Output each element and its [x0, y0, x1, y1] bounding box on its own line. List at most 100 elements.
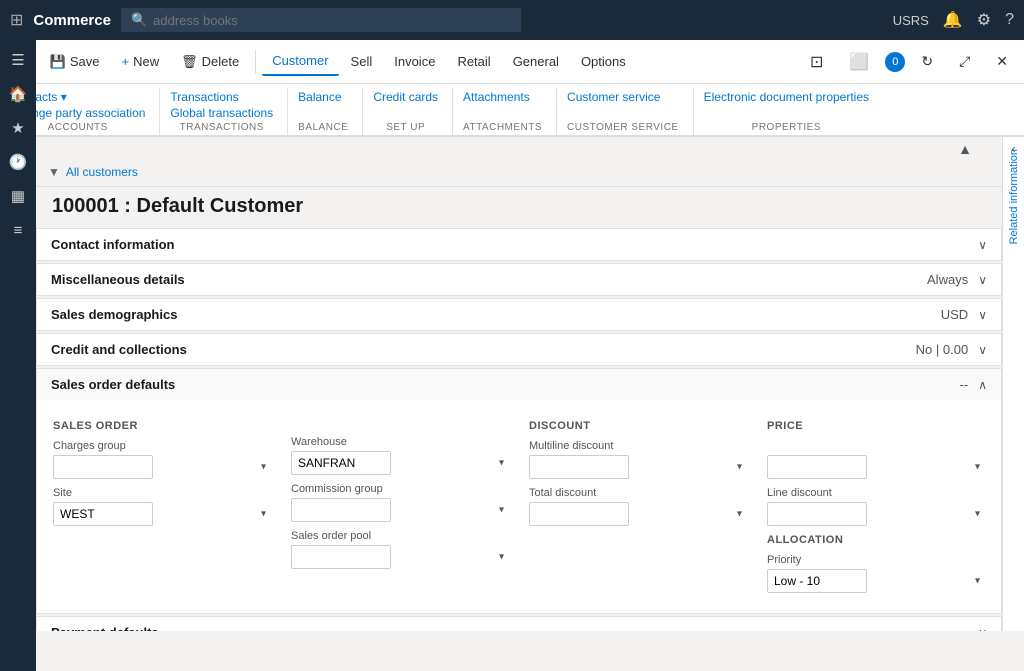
section-credit-collections-header[interactable]: Credit and collections No | 0.00 ∨ — [37, 334, 1001, 365]
ribbon-balance[interactable]: Balance — [298, 90, 341, 104]
delete-icon: 🗑 — [181, 54, 198, 70]
new-button[interactable]: + New — [111, 48, 169, 75]
cmd-icon1[interactable]: ⊡ — [800, 46, 833, 78]
tab-general[interactable]: General — [503, 48, 569, 75]
delete-button[interactable]: 🗑 Delete — [171, 48, 249, 76]
total-discount-field: Total discount — [529, 487, 747, 526]
ribbon-group-transactions: Transactions Global transactions Transac… — [170, 88, 288, 135]
credit-collections-meta: No | 0.00 — [916, 342, 969, 357]
sod-col-sales-order: SALES ORDER Charges group Site — [53, 420, 271, 593]
help-icon[interactable]: ? — [1005, 11, 1014, 29]
breadcrumb-bar: ▼ All customers — [36, 157, 1002, 187]
ribbon-global-transactions[interactable]: Global transactions — [170, 106, 273, 120]
warehouse-field: Warehouse SANFRAN — [291, 436, 509, 475]
line-discount-select[interactable] — [767, 502, 867, 526]
search-icon: 🔍 — [131, 12, 147, 28]
search-input[interactable] — [153, 13, 511, 28]
sod-col-warehouse: Warehouse SANFRAN Commission group — [291, 420, 509, 593]
main-scroll: ▲ ▼ All customers 100001 : Default Custo… — [36, 137, 1002, 631]
tab-customer[interactable]: Customer — [262, 47, 338, 76]
cmd-maximize[interactable]: ⤢ — [949, 47, 980, 76]
commission-group-select[interactable] — [291, 498, 391, 522]
user-label: USRS — [893, 13, 929, 28]
warehouse-select[interactable]: SANFRAN — [291, 451, 391, 475]
commission-group-field: Commission group — [291, 483, 509, 522]
site-select[interactable]: WEST — [53, 502, 153, 526]
ribbon-group-setup: Credit cards Set up — [373, 88, 453, 135]
cmd-close[interactable]: ✕ — [986, 47, 1018, 76]
chevron-down-icon: ∨ — [978, 238, 987, 252]
tab-retail[interactable]: Retail — [447, 48, 500, 75]
top-bar: ⊞ Commerce 🔍 USRS 🔔 ⚙ ? — [0, 0, 1024, 40]
chevron-down-icon: ∨ — [978, 626, 987, 632]
settings-icon[interactable]: ⚙ — [977, 10, 991, 30]
section-sales-order-defaults-header[interactable]: Sales order defaults -- ∧ — [37, 369, 1001, 400]
section-contact-information-header[interactable]: Contact information ∨ — [37, 229, 1001, 260]
cmd-icon3[interactable]: 0 — [885, 52, 905, 72]
section-miscellaneous-header[interactable]: Miscellaneous details Always ∨ — [37, 264, 1001, 295]
chevron-down-icon: ∨ — [978, 343, 987, 357]
price-field: Price — [767, 440, 985, 479]
filter-icon: ▼ — [48, 165, 60, 179]
sidebar-recent[interactable]: 🕐 — [2, 146, 34, 178]
section-sales-demographics: Sales demographics USD ∨ — [36, 298, 1002, 331]
charges-group-select[interactable] — [53, 455, 153, 479]
separator — [255, 50, 256, 74]
priority-select[interactable]: Low - 10 — [767, 569, 867, 593]
top-bar-right: USRS 🔔 ⚙ ? — [893, 10, 1014, 30]
sales-order-pool-field: Sales order pool — [291, 530, 509, 569]
app-title: Commerce — [33, 12, 111, 29]
section-payment-defaults-header[interactable]: Payment defaults -- ∨ — [37, 617, 1001, 631]
ribbon-group-customer-service: Customer service Customer service — [567, 88, 694, 135]
multiline-discount-field: Multiline discount — [529, 440, 747, 479]
section-sales-demographics-header[interactable]: Sales demographics USD ∨ — [37, 299, 1001, 330]
save-icon: 💾 — [50, 54, 66, 70]
cmd-icon2[interactable]: ⬜ — [839, 46, 879, 78]
sod-body: SALES ORDER Charges group Site — [37, 400, 1001, 613]
chevron-down-icon: ∨ — [978, 308, 987, 322]
ribbon-attachments[interactable]: Attachments — [463, 90, 530, 104]
panel-collapse-icon[interactable]: ‹ — [1011, 141, 1015, 156]
section-sales-order-defaults: Sales order defaults -- ∧ SALES ORDER Ch… — [36, 368, 1002, 614]
tab-sell[interactable]: Sell — [341, 48, 383, 75]
tab-invoice[interactable]: Invoice — [384, 48, 445, 75]
sales-demographics-meta: USD — [941, 307, 968, 322]
related-information-label: Related information — [1008, 149, 1020, 244]
sidebar-favorites[interactable]: ★ — [2, 137, 34, 144]
price-select[interactable] — [767, 455, 867, 479]
ribbon-credit-cards[interactable]: Credit cards — [373, 90, 438, 104]
new-icon: + — [121, 54, 129, 69]
chevron-up-icon: ∧ — [978, 378, 987, 392]
charges-group-field: Charges group — [53, 440, 271, 479]
sidebar: ☰ 🏠 ★ 🕐 ▦ ≡ — [0, 137, 36, 631]
ribbon-group-attachments: Attachments Attachments — [463, 88, 557, 135]
cmd-refresh[interactable]: ↻ — [911, 47, 943, 76]
record-title: 100001 : Default Customer — [36, 187, 1002, 228]
bell-icon[interactable]: 🔔 — [943, 10, 963, 30]
sidebar-workspaces[interactable]: ▦ — [2, 180, 34, 212]
sidebar-modules[interactable]: ≡ — [2, 214, 34, 246]
ribbon-customer-service[interactable]: Customer service — [567, 90, 660, 104]
ribbon-electronic-doc[interactable]: Electronic document properties — [704, 90, 869, 104]
chevron-down-icon: ∨ — [978, 273, 987, 287]
expand-button[interactable]: ▲ — [958, 141, 972, 157]
section-miscellaneous: Miscellaneous details Always ∨ — [36, 263, 1002, 296]
sod-collapse: -- — [960, 377, 969, 392]
save-button[interactable]: 💾 Save — [40, 48, 110, 76]
right-panel[interactable]: Related information ‹ — [1002, 137, 1024, 631]
tab-options[interactable]: Options — [571, 48, 636, 75]
ribbon-transactions[interactable]: Transactions — [170, 90, 273, 104]
total-discount-select[interactable] — [529, 502, 629, 526]
allocation-section: ALLOCATION Priority Low - 10 — [767, 534, 985, 593]
ribbon-group-properties: Electronic document properties Propertie… — [704, 88, 883, 135]
breadcrumb-all-customers[interactable]: All customers — [66, 165, 138, 179]
grid-icon[interactable]: ⊞ — [10, 10, 23, 30]
section-payment-defaults: Payment defaults -- ∨ — [36, 616, 1002, 631]
command-bar: ☰ 💾 Save + New 🗑 Delete Customer Sell In… — [0, 40, 1024, 84]
site-field: Site WEST — [53, 487, 271, 526]
ribbon: Contacts ▾ Change party association Acco… — [0, 84, 1024, 137]
sod-col-discount: DISCOUNT Multiline discount To — [529, 420, 747, 593]
sales-order-pool-select[interactable] — [291, 545, 391, 569]
ribbon-group-balance: Balance Balance — [298, 88, 363, 135]
multiline-discount-select[interactable] — [529, 455, 629, 479]
